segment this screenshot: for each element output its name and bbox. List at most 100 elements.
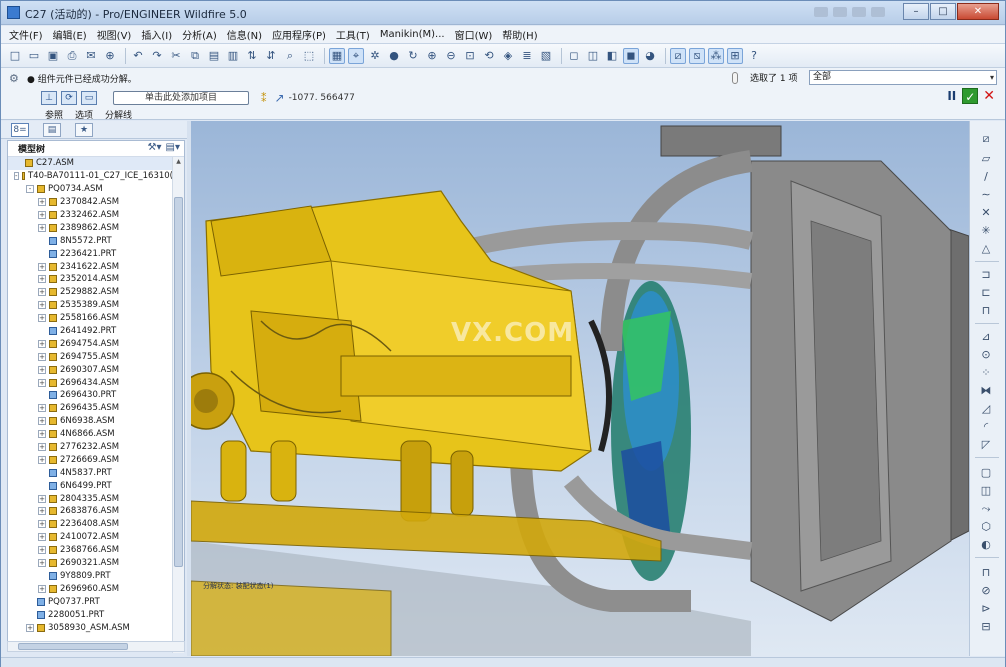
expand-icon[interactable]: +: [38, 211, 46, 219]
chamfer-icon[interactable]: ◸: [977, 437, 995, 453]
tree-item[interactable]: +3058930_ASM.ASM: [8, 621, 173, 634]
menu-view[interactable]: 视图(V): [97, 27, 132, 42]
expand-icon[interactable]: +: [38, 365, 46, 374]
tree-horizontal-scrollbar[interactable]: [7, 641, 185, 652]
expand-icon[interactable]: +: [38, 262, 46, 271]
rotate-motion-icon[interactable]: ⟳: [61, 91, 77, 105]
graphics-window[interactable]: VX.COM 分解状态: 装配状态(1): [191, 121, 969, 656]
revolve-icon[interactable]: ◐: [977, 537, 995, 553]
hidden-line-icon[interactable]: ◫: [585, 48, 601, 64]
create-component-icon[interactable]: ⊏: [977, 285, 995, 301]
filter-select[interactable]: 全部 ▾: [809, 70, 997, 85]
undo-icon[interactable]: ↶: [130, 48, 146, 64]
explode-line-icon[interactable]: ↗: [275, 91, 285, 105]
folder-browser-tab[interactable]: ▤: [43, 122, 61, 137]
scroll-up-icon[interactable]: ▲: [174, 158, 183, 168]
select-box-icon[interactable]: ⬚: [301, 48, 317, 64]
menu-file[interactable]: 文件(F): [9, 27, 43, 42]
tree-item[interactable]: - T40-BA70111-01_C27_ICE_16310(: [8, 170, 173, 183]
tree-item[interactable]: +2690307.ASM: [8, 363, 173, 376]
offset-icon[interactable]: ⊟: [977, 619, 995, 635]
menu-applications[interactable]: 应用程序(P): [272, 27, 326, 42]
datum-planes-icon[interactable]: ⧄: [670, 47, 686, 64]
tab-references[interactable]: 参照: [45, 108, 63, 121]
expand-icon[interactable]: +: [38, 455, 46, 464]
model-tree-tab[interactable]: 8=: [11, 122, 29, 137]
tree-show-icon[interactable]: ▤▾: [166, 142, 180, 153]
expand-icon[interactable]: +: [38, 546, 46, 555]
tree-settings-icon[interactable]: ⚒▾: [148, 142, 162, 153]
tree-item[interactable]: 6N6499.PRT: [8, 479, 173, 492]
tree-item[interactable]: +2683876.ASM: [8, 505, 173, 518]
insert-component-icon[interactable]: ⊐: [977, 267, 995, 283]
datum-plane-icon[interactable]: ⧄: [977, 131, 995, 147]
tree-item[interactable]: +2694754.ASM: [8, 337, 173, 350]
tree-item[interactable]: +2696434.ASM: [8, 376, 173, 389]
wireframe-icon[interactable]: ◻: [566, 48, 582, 64]
regen-manager-icon[interactable]: ⇵: [263, 48, 279, 64]
saved-views-icon[interactable]: ◈: [500, 48, 516, 64]
tree-item[interactable]: +2690321.ASM: [8, 557, 173, 570]
view-plane-icon[interactable]: ▭: [81, 91, 97, 105]
menu-edit[interactable]: 编辑(E): [53, 27, 87, 42]
menu-analysis[interactable]: 分析(A): [182, 27, 217, 42]
reorient-icon[interactable]: ⟲: [481, 48, 497, 64]
zoom-in-icon[interactable]: ⊕: [424, 48, 440, 64]
confirm-button[interactable]: ✓: [962, 88, 979, 104]
context-help-icon[interactable]: ?: [746, 48, 762, 64]
expand-icon[interactable]: +: [38, 559, 46, 568]
expand-icon[interactable]: +: [38, 301, 46, 310]
pattern-icon[interactable]: ⁘: [977, 365, 995, 381]
tree-item[interactable]: 2696430.PRT: [8, 389, 173, 402]
datum-point-icon[interactable]: ✕: [977, 205, 995, 221]
layers-icon[interactable]: ≣: [519, 48, 535, 64]
trim-icon[interactable]: ⊘: [977, 583, 995, 599]
expand-icon[interactable]: +: [38, 275, 46, 284]
tab-explode-lines[interactable]: 分解线: [105, 108, 132, 121]
expand-icon[interactable]: +: [38, 584, 46, 593]
tree-item[interactable]: PQ0737.PRT: [8, 595, 173, 608]
paste-special-icon[interactable]: ▥: [225, 48, 241, 64]
expand-icon[interactable]: +: [38, 198, 46, 207]
tree-item[interactable]: C27.ASM: [8, 157, 173, 170]
references-collector[interactable]: 单击此处添加项目: [113, 91, 249, 105]
tree-item[interactable]: +2370842.ASM: [8, 196, 173, 209]
menu-help[interactable]: 帮助(H): [502, 27, 537, 42]
email-icon[interactable]: ✉: [83, 48, 99, 64]
draft-icon[interactable]: ◿: [977, 401, 995, 417]
expand-icon[interactable]: +: [38, 223, 46, 232]
expand-icon[interactable]: +: [38, 352, 46, 361]
tree-item[interactable]: +2804335.ASM: [8, 492, 173, 505]
tree-item[interactable]: 2280051.PRT: [8, 608, 173, 621]
datum-display-icon[interactable]: ⌖: [348, 47, 364, 64]
tree-item[interactable]: +2558166.ASM: [8, 312, 173, 325]
print-icon[interactable]: ⎙: [64, 48, 80, 64]
blend-icon[interactable]: ⬡: [977, 519, 995, 535]
expand-icon[interactable]: +: [38, 533, 46, 542]
enhanced-realism-icon[interactable]: ◕: [642, 48, 658, 64]
menu-info[interactable]: 信息(N): [227, 27, 262, 42]
menu-manikin[interactable]: Manikin(M)...: [380, 29, 445, 40]
tree-item[interactable]: +2696435.ASM: [8, 402, 173, 415]
tree-item[interactable]: +2694755.ASM: [8, 350, 173, 363]
close-button[interactable]: ✕: [957, 3, 999, 20]
expand-icon[interactable]: +: [38, 443, 46, 452]
expand-icon[interactable]: +: [38, 507, 46, 516]
tree-item[interactable]: +2332462.ASM: [8, 209, 173, 222]
datum-points-icon[interactable]: ⁂: [708, 47, 724, 64]
open-icon[interactable]: ▭: [26, 48, 42, 64]
save-icon[interactable]: ▣: [45, 48, 61, 64]
find-icon[interactable]: ⌕: [282, 48, 298, 64]
maximize-button[interactable]: □: [930, 3, 956, 20]
tree-vertical-scrollbar[interactable]: ▲ ▼: [172, 157, 184, 653]
collapse-icon[interactable]: -: [14, 172, 19, 181]
expand-icon[interactable]: +: [38, 520, 46, 529]
datum-axis-icon[interactable]: /: [977, 169, 995, 185]
package-icon[interactable]: ⊓: [977, 303, 995, 319]
refit-icon[interactable]: ⊡: [462, 48, 478, 64]
copy-icon[interactable]: ⧉: [187, 48, 203, 64]
tree-item[interactable]: +2341622.ASM: [8, 260, 173, 273]
spin-center-icon[interactable]: ✲: [367, 48, 383, 64]
hole-icon[interactable]: ⊙: [977, 347, 995, 363]
expand-icon[interactable]: +: [26, 623, 34, 632]
